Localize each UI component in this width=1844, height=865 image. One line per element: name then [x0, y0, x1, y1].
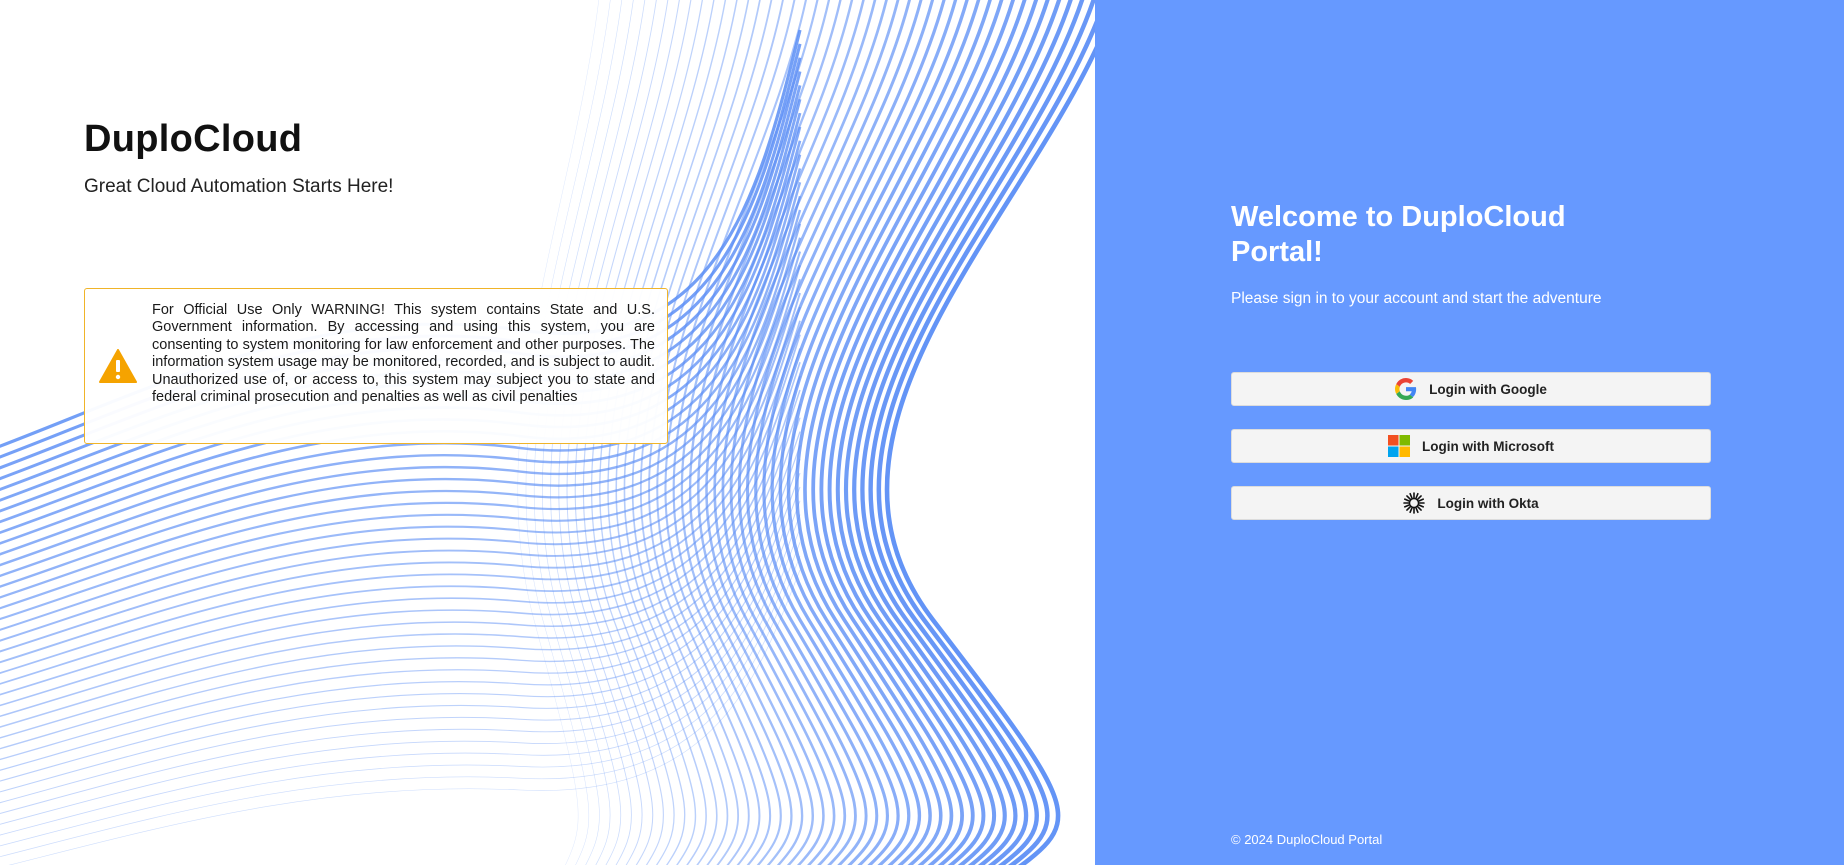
microsoft-icon	[1388, 435, 1410, 457]
login-okta-button[interactable]: Login with Okta	[1231, 486, 1711, 520]
login-google-button[interactable]: Login with Google	[1231, 372, 1711, 406]
warning-triangle-icon	[99, 349, 137, 383]
okta-icon	[1403, 492, 1426, 514]
warning-text: For Official Use Only WARNING! This syst…	[152, 302, 655, 406]
footer-copyright: © 2024 DuploCloud Portal	[1231, 832, 1383, 847]
login-panel: Welcome to DuploCloud Portal! Please sig…	[1095, 0, 1844, 865]
login-google-label: Login with Google	[1429, 381, 1547, 397]
brand-title: DuploCloud	[84, 118, 303, 160]
welcome-heading: Welcome to DuploCloud Portal!	[1231, 201, 1566, 268]
login-microsoft-label: Login with Microsoft	[1422, 438, 1554, 454]
branding-panel: DuploCloud Great Cloud Automation Starts…	[0, 0, 1095, 865]
login-okta-label: Login with Okta	[1437, 495, 1539, 511]
google-icon	[1395, 378, 1417, 400]
brand-tagline: Great Cloud Automation Starts Here!	[84, 176, 394, 197]
welcome-subtitle: Please sign in to your account and start…	[1231, 290, 1602, 307]
login-microsoft-button[interactable]: Login with Microsoft	[1231, 429, 1711, 463]
warning-box: For Official Use Only WARNING! This syst…	[84, 288, 668, 444]
